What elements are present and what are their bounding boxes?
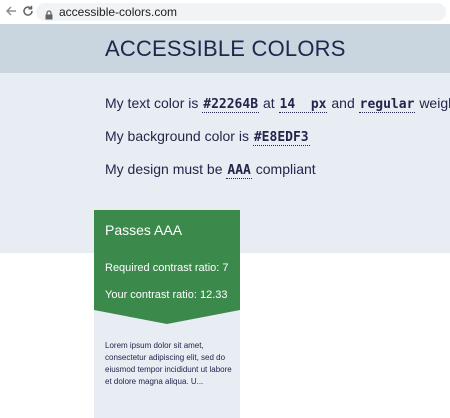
address-bar[interactable]: accessible-colors.com <box>36 3 446 21</box>
pass-status: Passes AAA <box>105 222 183 238</box>
reload-icon[interactable] <box>21 4 35 18</box>
compliance-prefix: My design must be <box>105 161 223 177</box>
required-ratio: Required contrast ratio: 7 <box>105 262 229 274</box>
result-header: Passes AAA Required contrast ratio: 7 Yo… <box>94 210 240 310</box>
text-color-input[interactable]: #22264B <box>202 97 260 113</box>
lock-icon <box>44 7 54 20</box>
text-color-row: My text color is #22264B at 14 px and re… <box>105 95 450 113</box>
font-weight-input[interactable]: regular <box>358 97 416 113</box>
weight-suffix: weight <box>419 95 450 111</box>
page-title: ACCESSIBLE COLORS <box>105 36 346 61</box>
compliance-level-input[interactable]: AAA <box>226 163 252 179</box>
font-size-value: 14 <box>279 97 296 112</box>
result-card: Passes AAA Required contrast ratio: 7 Yo… <box>94 210 240 418</box>
browser-chrome: accessible-colors.com <box>0 0 450 25</box>
your-ratio: Your contrast ratio: 12.33 <box>105 289 228 301</box>
font-size-input[interactable]: 14 px <box>278 97 328 113</box>
text-color-prefix: My text color is <box>105 95 199 111</box>
font-size-unit: px <box>310 97 327 112</box>
bg-color-prefix: My background color is <box>105 128 249 144</box>
site-header: ACCESSIBLE COLORS <box>0 24 450 73</box>
at-label: at <box>262 95 275 111</box>
url-text[interactable]: accessible-colors.com <box>59 5 177 19</box>
back-arrow-icon[interactable] <box>4 4 18 18</box>
result-arrow <box>94 310 240 324</box>
compliance-row: My design must be AAA compliant <box>105 161 316 179</box>
background-color-input[interactable]: #E8EDF3 <box>252 130 310 146</box>
and-label: and <box>331 95 355 111</box>
sample-text: Lorem ipsum dolor sit amet, consectetur … <box>105 341 232 386</box>
background-color-row: My background color is #E8EDF3 <box>105 128 310 146</box>
compliance-suffix: compliant <box>255 161 316 177</box>
